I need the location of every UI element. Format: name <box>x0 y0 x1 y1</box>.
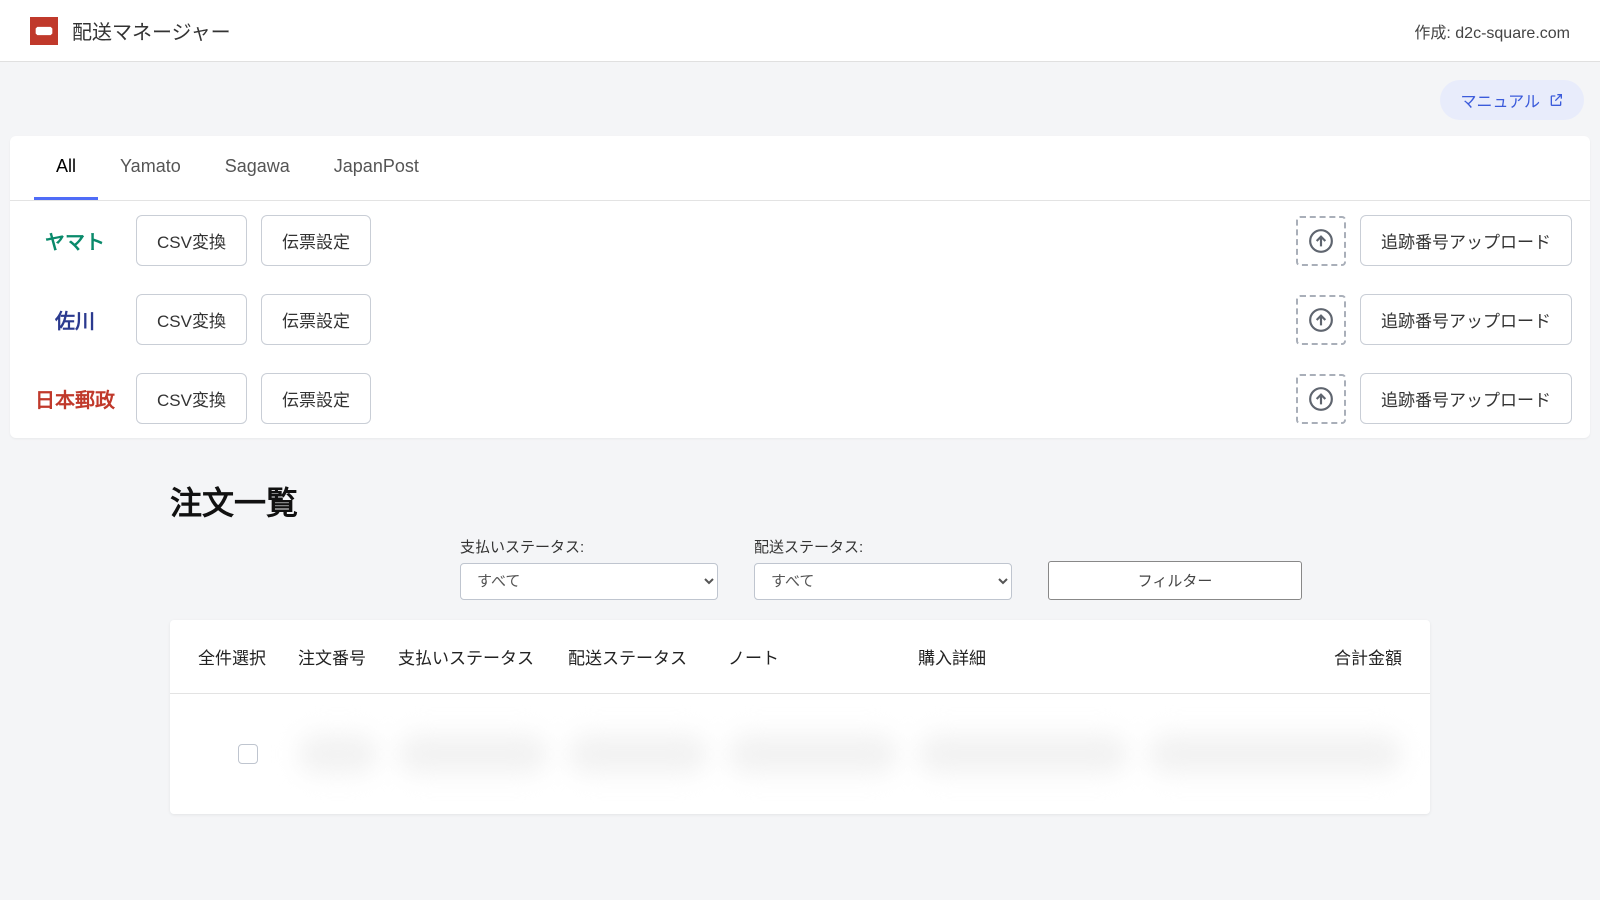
cell-pay-status <box>398 734 548 774</box>
carrier-label-japanpost: 日本郵政 <box>28 384 122 413</box>
tab-all[interactable]: All <box>34 136 98 200</box>
tab-japanpost[interactable]: JapanPost <box>312 136 441 200</box>
slip-button-japanpost[interactable]: 伝票設定 <box>261 373 371 424</box>
upload-zone-sagawa[interactable] <box>1296 295 1346 345</box>
manual-button[interactable]: マニュアル <box>1440 80 1584 120</box>
row-checkbox[interactable] <box>238 744 258 764</box>
csv-button-yamato[interactable]: CSV変換 <box>136 215 247 266</box>
col-note: ノート <box>728 644 918 669</box>
carrier-tabs: All Yamato Sagawa JapanPost <box>10 136 1590 201</box>
cell-order-no <box>298 734 378 774</box>
table-row <box>170 694 1430 814</box>
cell-total <box>1148 734 1402 774</box>
table-head: 全件選択 注文番号 支払いステータス 配送ステータス ノート 購入詳細 合計金額 <box>170 620 1430 694</box>
carrier-label-sagawa: 佐川 <box>28 305 122 334</box>
csv-button-sagawa[interactable]: CSV変換 <box>136 294 247 345</box>
carrier-row-sagawa: 佐川 CSV変換 伝票設定 追跡番号アップロード <box>10 280 1590 359</box>
manual-button-label: マニュアル <box>1460 88 1540 112</box>
filter-pay-label: 支払いステータス: <box>460 536 718 557</box>
upload-zone-yamato[interactable] <box>1296 216 1346 266</box>
upload-button-yamato[interactable]: 追跡番号アップロード <box>1360 215 1572 266</box>
col-select-all: 全件選択 <box>198 644 298 669</box>
col-pay-status: 支払いステータス <box>398 644 568 669</box>
slip-button-sagawa[interactable]: 伝票設定 <box>261 294 371 345</box>
col-total: 合計金額 <box>1148 644 1402 669</box>
slip-button-yamato[interactable]: 伝票設定 <box>261 215 371 266</box>
carrier-label-yamato: ヤマト <box>28 226 122 255</box>
csv-button-japanpost[interactable]: CSV変換 <box>136 373 247 424</box>
tab-sagawa[interactable]: Sagawa <box>203 136 312 200</box>
external-link-icon <box>1548 92 1564 108</box>
col-ship-status: 配送ステータス <box>568 644 728 669</box>
filters: 支払いステータス: すべて 配送ステータス: すべて フィルター <box>0 536 1600 620</box>
app-header: 配送マネージャー 作成: d2c-square.com <box>0 0 1600 62</box>
carrier-row-japanpost: 日本郵政 CSV変換 伝票設定 追跡番号アップロード <box>10 359 1590 438</box>
upload-button-sagawa[interactable]: 追跡番号アップロード <box>1360 294 1572 345</box>
filter-pay: 支払いステータス: すべて <box>460 536 718 600</box>
author-label: 作成: d2c-square.com <box>1414 19 1570 43</box>
app-title: 配送マネージャー <box>72 16 231 45</box>
cell-ship-status <box>568 734 708 774</box>
filter-ship-label: 配送ステータス: <box>754 536 1012 557</box>
pay-status-select[interactable]: すべて <box>460 563 718 600</box>
carrier-card: All Yamato Sagawa JapanPost ヤマト CSV変換 伝票… <box>10 136 1590 438</box>
filter-ship: 配送ステータス: すべて <box>754 536 1012 600</box>
orders-table: 全件選択 注文番号 支払いステータス 配送ステータス ノート 購入詳細 合計金額 <box>170 620 1430 814</box>
col-order-no: 注文番号 <box>298 644 398 669</box>
cell-detail <box>918 734 1128 774</box>
upload-button-japanpost[interactable]: 追跡番号アップロード <box>1360 373 1572 424</box>
upload-icon <box>1308 386 1334 412</box>
manual-row: マニュアル <box>0 62 1600 120</box>
tab-yamato[interactable]: Yamato <box>98 136 203 200</box>
upload-icon <box>1308 307 1334 333</box>
app-icon <box>30 17 58 45</box>
filter-button[interactable]: フィルター <box>1048 561 1302 600</box>
orders-title: 注文一覧 <box>170 478 1600 524</box>
cell-note <box>728 734 898 774</box>
upload-zone-japanpost[interactable] <box>1296 374 1346 424</box>
carrier-row-yamato: ヤマト CSV変換 伝票設定 追跡番号アップロード <box>10 201 1590 280</box>
ship-status-select[interactable]: すべて <box>754 563 1012 600</box>
col-detail: 購入詳細 <box>918 644 1148 669</box>
upload-icon <box>1308 228 1334 254</box>
header-left: 配送マネージャー <box>30 16 231 45</box>
orders-section-head: 注文一覧 <box>0 438 1600 536</box>
